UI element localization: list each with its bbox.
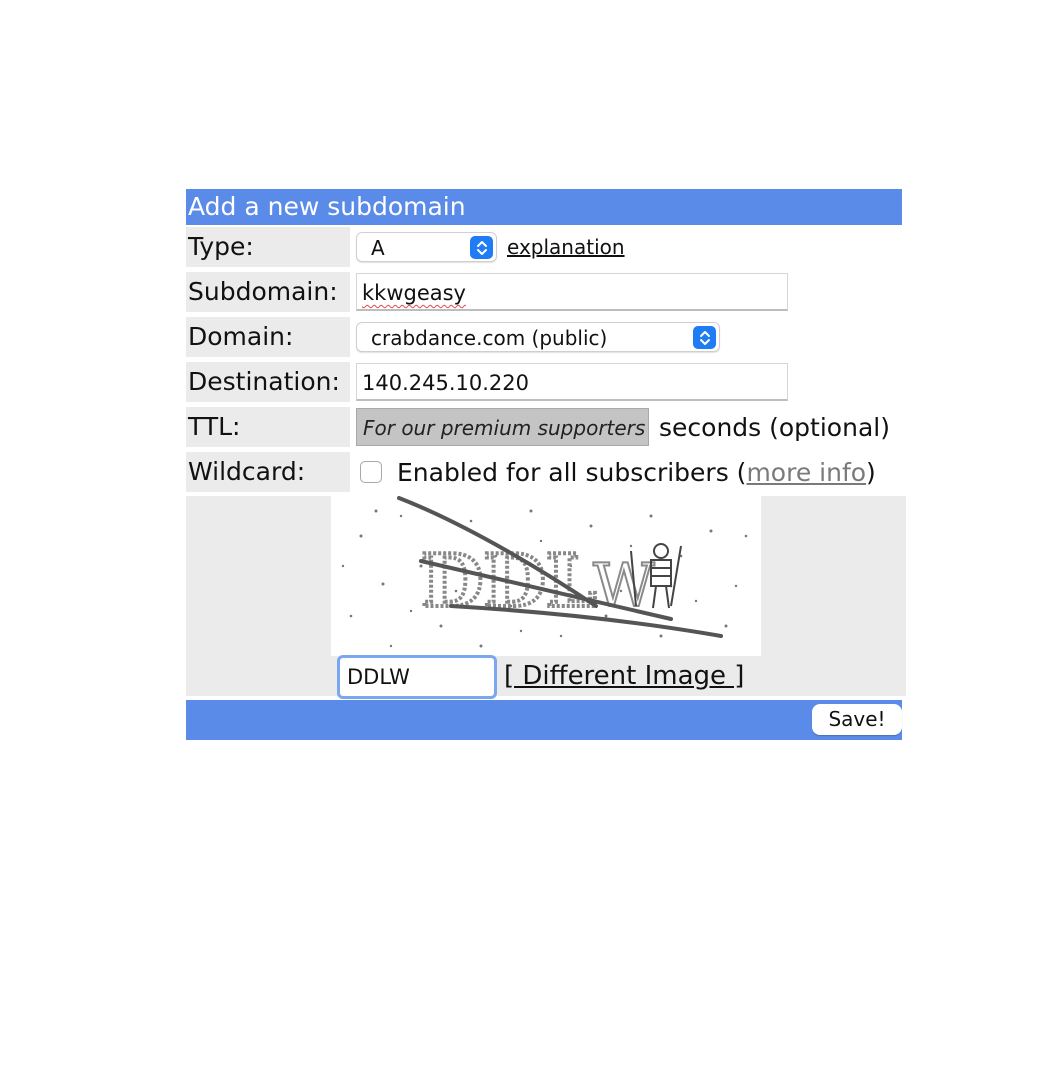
subdomain-value-cell: kkwgeasy xyxy=(356,272,788,312)
add-subdomain-form: Add a new subdomain Type: A explanation … xyxy=(186,189,906,740)
destination-input[interactable]: 140.245.10.220 xyxy=(356,363,788,401)
explanation-link[interactable]: explanation xyxy=(507,235,625,259)
wildcard-row: Wildcard: Enabled for all subscribers (m… xyxy=(186,450,906,495)
captcha-input[interactable]: DDLW xyxy=(337,655,497,699)
ttl-input: For our premium supporters xyxy=(356,408,649,446)
different-image-link[interactable]: [ Different Image ] xyxy=(504,659,744,693)
different-image-label: [ Different Image ] xyxy=(504,661,745,691)
subdomain-input-value: kkwgeasy xyxy=(362,281,466,305)
ttl-suffix: seconds (optional) xyxy=(659,412,890,442)
destination-value-cell: 140.245.10.220 xyxy=(356,362,788,402)
captcha-image: DDL W xyxy=(331,496,761,656)
domain-value-cell: crabdance.com (public) xyxy=(356,317,720,357)
wildcard-text-after: ) xyxy=(866,457,876,487)
type-label: Type: xyxy=(186,227,350,267)
save-button[interactable]: Save! xyxy=(812,704,902,735)
svg-text:W: W xyxy=(593,551,655,621)
wildcard-checkbox[interactable] xyxy=(360,461,382,483)
domain-select[interactable]: crabdance.com (public) xyxy=(356,322,720,352)
wildcard-value-cell: Enabled for all subscribers (more info) xyxy=(356,452,876,492)
ttl-value-cell: For our premium supporters seconds (opti… xyxy=(356,407,890,447)
subdomain-label: Subdomain: xyxy=(186,272,350,312)
up-down-chevron-icon xyxy=(693,326,716,349)
type-row: Type: A explanation xyxy=(186,225,906,270)
domain-row: Domain: crabdance.com (public) xyxy=(186,315,906,360)
domain-label: Domain: xyxy=(186,317,350,357)
form-title: Add a new subdomain xyxy=(186,189,902,225)
captcha-area: DDL W DDLW [Different Image] xyxy=(186,496,906,699)
destination-label: Destination: xyxy=(186,362,350,402)
destination-row: Destination: 140.245.10.220 xyxy=(186,360,906,405)
type-select-value: A xyxy=(371,236,385,260)
wildcard-label: Wildcard: xyxy=(186,452,350,492)
up-down-chevron-icon xyxy=(470,236,493,259)
wildcard-description: Enabled for all subscribers (more info) xyxy=(397,458,876,487)
subdomain-input[interactable]: kkwgeasy xyxy=(356,273,788,311)
wildcard-text-before: Enabled for all subscribers ( xyxy=(397,457,747,487)
subdomain-row: Subdomain: kkwgeasy xyxy=(186,270,906,315)
type-select[interactable]: A xyxy=(356,232,497,262)
domain-select-value: crabdance.com (public) xyxy=(371,326,608,350)
more-info-link[interactable]: more info xyxy=(746,458,866,487)
ttl-label: TTL: xyxy=(186,407,350,447)
form-footer: Save! xyxy=(186,700,902,740)
type-value-cell: A explanation xyxy=(356,227,625,267)
ttl-row: TTL: For our premium supporters seconds … xyxy=(186,405,906,450)
